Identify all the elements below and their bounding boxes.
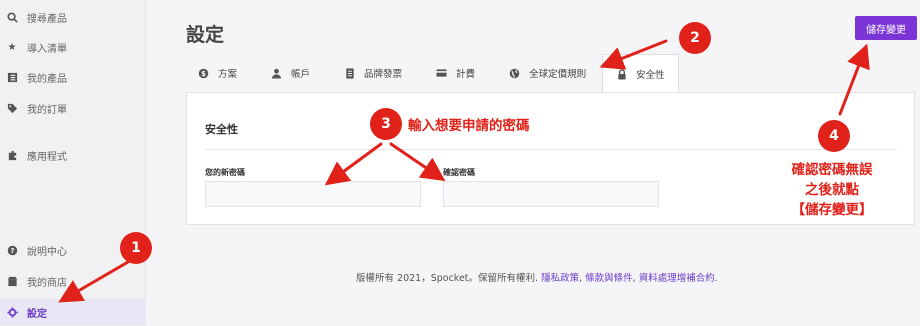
lock-icon [616,68,627,80]
sidebar-item-search-products[interactable]: 搜尋產品 [0,6,146,28]
sidebar-item-my-orders[interactable]: 我的訂單 [0,97,146,119]
divider [205,149,897,150]
store-icon [6,275,18,287]
sidebar-item-label: 設定 [27,308,47,320]
list-icon [6,71,18,83]
sidebar-item-label: 我的訂單 [27,104,67,116]
card-icon [436,68,447,78]
tab-plan[interactable]: $ 方案 [186,54,237,92]
sidebar-item-import-list[interactable]: ★ 導入清單 [0,36,146,58]
tab-label: 品牌發票 [364,69,403,80]
tab-security[interactable]: 安全性 [602,54,679,93]
sidebar-item-label: 我的產品 [27,73,67,85]
sidebar-item-label: 搜尋產品 [27,13,67,25]
footer: 版權所有 2021，Spocket。保留所有權利. 隱私政策, 條款與條件, 資… [356,273,718,284]
tab-label: 計費 [456,69,476,80]
step-badge-2: 2 [679,22,711,54]
sidebar-item-my-store[interactable]: 我的商店 [0,270,146,292]
tab-billing[interactable]: 計費 [424,54,475,92]
step-4-line-1: 確認密碼無誤 [791,162,873,178]
new-password-label: 您的新密碼 [205,168,245,177]
sidebar: 搜尋產品 ★ 導入清單 我的產品 我的訂單 應用程式 ? 說明中心 我的商店 設… [0,0,146,326]
step-3-instruction: 輸入想要申請的密碼 [408,118,530,134]
help-icon: ? [6,244,18,256]
svg-text:$: $ [201,69,206,77]
tag-icon [6,102,18,114]
step-badge-1: 1 [120,232,152,264]
star-icon: ★ [7,41,17,53]
sidebar-item-apps[interactable]: 應用程式 [0,144,146,166]
tab-branded-invoice[interactable]: 品牌發票 [332,54,402,92]
puzzle-icon [6,149,18,161]
sidebar-item-label: 應用程式 [27,151,67,163]
tab-label: 方案 [218,69,238,80]
card-title: 安全性 [205,123,238,136]
privacy-policy-link[interactable]: 隱私政策 [541,273,579,284]
step-badge-3: 3 [370,108,402,140]
page-title: 設定 [186,24,225,46]
tab-label: 帳戶 [291,69,311,80]
terms-link[interactable]: 條款與條件 [585,273,633,284]
sidebar-item-label: 導入清單 [27,43,67,55]
user-icon [271,68,282,79]
sidebar-item-label: 我的商店 [27,277,67,289]
tab-global-pricing-rules[interactable]: 全球定價規則 [497,54,586,92]
copyright-text: 版權所有 2021，Spocket。保留所有權利. [356,273,539,284]
confirm-password-field[interactable] [443,181,659,207]
dollar-icon: $ [198,68,209,79]
tab-label: 安全性 [636,70,665,81]
step-4-line-3: 【儲存變更】 [791,202,873,218]
settings-tabs: $ 方案 帳戶 品牌發票 計費 全球定價規則 安全性 [186,54,701,93]
tab-account[interactable]: 帳戶 [259,54,310,92]
svg-text:?: ? [10,246,14,254]
save-changes-button[interactable]: 儲存變更 [855,16,917,40]
search-icon [6,11,18,23]
step-4-instruction: 確認密碼無誤 之後就點 【儲存變更】 [772,160,892,220]
step-4-line-2: 之後就點 [805,182,859,198]
dpa-link[interactable]: 資料處理增補合約 [639,273,715,284]
new-password-field[interactable] [205,181,421,207]
gear-icon [6,306,18,318]
sidebar-item-label: 說明中心 [27,246,67,258]
step-badge-4: 4 [818,120,850,152]
invoice-icon [344,67,355,79]
app-root: 搜尋產品 ★ 導入清單 我的產品 我的訂單 應用程式 ? 說明中心 我的商店 設… [0,0,920,326]
sidebar-item-settings[interactable]: 設定 [0,299,146,325]
tab-label: 全球定價規則 [529,69,587,80]
sidebar-item-my-products[interactable]: 我的產品 [0,66,146,88]
confirm-password-label: 確認密碼 [443,168,475,177]
globe-icon [509,68,520,79]
